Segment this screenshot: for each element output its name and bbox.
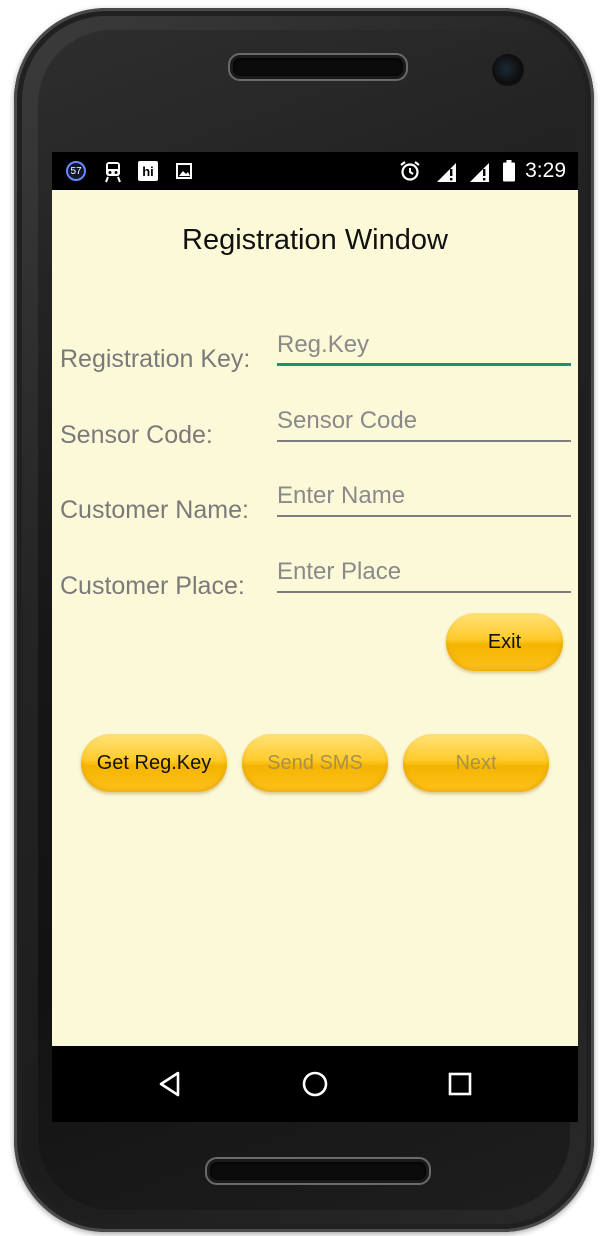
- signal-icon: [470, 163, 489, 182]
- status-time: 3:29: [525, 159, 566, 182]
- send-sms-button[interactable]: Send SMS: [242, 734, 388, 792]
- recents-icon[interactable]: [444, 1068, 476, 1100]
- sensor-code-input[interactable]: [277, 406, 571, 442]
- exit-button[interactable]: Exit: [446, 613, 563, 671]
- bottom-speaker: [207, 1159, 429, 1183]
- customer-place-input[interactable]: [277, 557, 571, 593]
- signal-icon: [437, 163, 456, 182]
- customer-name-label: Customer Name:: [60, 496, 249, 524]
- battery-icon: [503, 160, 515, 182]
- sensor-code-label: Sensor Code:: [60, 421, 213, 449]
- next-button[interactable]: Next: [403, 734, 549, 792]
- status-bar: 57 hi 3:29: [52, 152, 578, 190]
- earpiece-speaker: [230, 55, 406, 79]
- registration-key-input[interactable]: [277, 330, 571, 366]
- screen: 57 hi 3:29 Registration Window Registrat…: [52, 152, 578, 1122]
- image-icon: [176, 163, 192, 179]
- home-icon[interactable]: [299, 1068, 331, 1100]
- customer-name-input[interactable]: [277, 481, 571, 517]
- front-camera: [492, 54, 524, 86]
- notification-57-icon: 57: [66, 161, 86, 181]
- get-reg-key-button[interactable]: Get Reg.Key: [81, 734, 227, 792]
- customer-place-label: Customer Place:: [60, 572, 245, 600]
- navigation-bar: [52, 1046, 578, 1122]
- back-icon[interactable]: [154, 1068, 186, 1100]
- svg-text:hi: hi: [142, 164, 154, 179]
- hi-app-icon: hi: [138, 161, 158, 181]
- page-title: Registration Window: [182, 224, 448, 256]
- alarm-icon: [400, 161, 420, 181]
- train-icon: [105, 162, 121, 183]
- registration-key-label: Registration Key:: [60, 345, 251, 373]
